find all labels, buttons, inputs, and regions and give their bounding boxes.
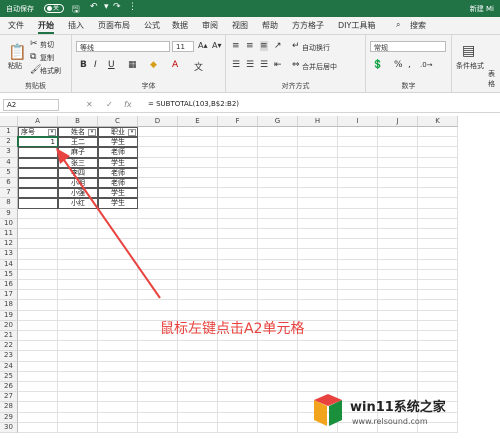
watermark-title: win11系统之家 [350, 400, 446, 415]
watermark-logo-icon [314, 394, 342, 426]
watermark: win11系统之家 www.relsound.com [310, 392, 500, 439]
annotation-arrow [56, 148, 161, 299]
watermark-url: www.relsound.com [352, 417, 428, 426]
annotation-text: 鼠标左键点击A2单元格 [160, 321, 305, 337]
